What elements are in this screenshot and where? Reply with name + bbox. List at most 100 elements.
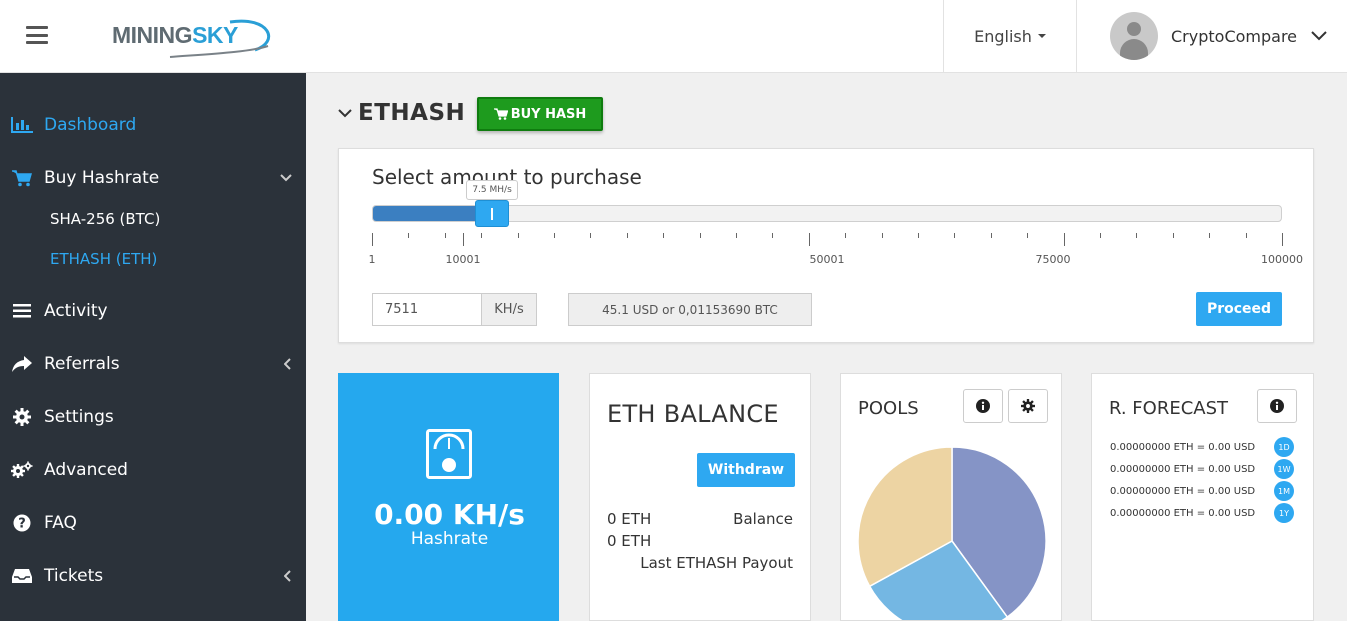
gear-icon xyxy=(11,406,33,428)
caret-down-icon xyxy=(1037,34,1046,38)
buy-hash-button[interactable]: BUY HASH xyxy=(477,97,603,131)
slider-minor-tick xyxy=(554,233,555,238)
section-title: ETHASH xyxy=(358,100,466,126)
sidebar-item-label: Referrals xyxy=(44,354,120,374)
info-icon xyxy=(976,399,990,413)
inbox-icon xyxy=(11,565,33,587)
amount-unit: KH/s xyxy=(481,293,537,326)
eth-balance-card: ETH BALANCE Withdraw 0 ETH Balance 0 ETH… xyxy=(589,373,811,621)
forecast-row-1w: 0.00000000 ETH = 0.00 USD xyxy=(1110,464,1256,475)
slider-minor-tick xyxy=(918,233,919,238)
sidebar-item-dashboard[interactable]: Dashboard xyxy=(0,107,306,143)
slider-tick-label: 50001 xyxy=(809,253,845,266)
price-display: 45.1 USD or 0,01153690 BTC xyxy=(568,293,812,326)
slider-minor-tick xyxy=(954,233,955,238)
balance-label: Balance xyxy=(733,510,793,528)
slider-major-tick xyxy=(1064,233,1065,246)
slider-minor-tick xyxy=(1173,233,1174,238)
pools-settings-button[interactable] xyxy=(1008,389,1048,423)
sidebar-item-tickets[interactable]: Tickets xyxy=(0,558,306,594)
user-menu[interactable]: CryptoCompare xyxy=(1078,0,1347,72)
chevron-left-icon xyxy=(284,358,291,370)
amount-input[interactable] xyxy=(372,293,481,326)
slider-minor-tick xyxy=(408,233,409,238)
forecast-info-button[interactable] xyxy=(1257,389,1297,423)
slider-minor-tick xyxy=(1100,233,1101,238)
payout-label: Last ETHASH Payout xyxy=(640,554,793,572)
chevron-down-icon xyxy=(280,174,292,182)
forecast-row-1y: 0.00000000 ETH = 0.00 USD xyxy=(1110,508,1256,519)
miningsky-logo[interactable]: MININGSKY xyxy=(110,12,280,62)
slider-minor-tick xyxy=(700,233,701,238)
forecast-title: R. FORECAST xyxy=(1109,398,1229,419)
chevron-left-icon xyxy=(284,570,291,582)
balance-value: 0 ETH xyxy=(607,510,652,528)
forecast-row-1d: 0.00000000 ETH = 0.00 USD xyxy=(1110,442,1256,453)
sidebar: Dashboard Buy Hashrate SHA-256 (BTC) ETH… xyxy=(0,73,306,621)
slider-minor-tick xyxy=(991,233,992,238)
chevron-down-icon xyxy=(1311,31,1327,41)
slider-minor-tick xyxy=(882,233,883,238)
top-header: MININGSKY English CryptoCompare xyxy=(0,0,1347,73)
forecast-card: R. FORECAST 0.00000000 ETH = 0.00 USD 1D… xyxy=(1091,373,1314,621)
sidebar-item-settings[interactable]: Settings xyxy=(0,399,306,435)
hamburger-menu-icon[interactable] xyxy=(26,26,48,44)
slider-minor-tick xyxy=(736,233,737,238)
chevron-down-icon[interactable] xyxy=(338,108,352,118)
share-arrow-icon xyxy=(11,353,33,375)
pools-info-button[interactable] xyxy=(963,389,1003,423)
sidebar-item-label: Tickets xyxy=(44,566,104,586)
sidebar-item-label: Dashboard xyxy=(44,115,137,135)
sidebar-item-faq[interactable]: ? FAQ xyxy=(0,505,306,541)
svg-text:?: ? xyxy=(18,517,26,532)
slider-minor-tick xyxy=(445,233,446,238)
sidebar-item-label: Settings xyxy=(44,407,114,427)
section-header: ETHASH xyxy=(338,96,465,130)
list-icon xyxy=(11,300,33,322)
slider-minor-tick xyxy=(1246,233,1247,238)
avatar xyxy=(1110,12,1158,60)
slider-tick-label: 1 xyxy=(368,253,376,266)
user-name: CryptoCompare xyxy=(1171,26,1298,46)
cart-icon xyxy=(11,167,33,189)
sidebar-subitem-ethash[interactable]: ETHASH (ETH) xyxy=(50,250,157,268)
purchase-panel: Select amount to purchase 7.5 MH/s 1 1000… xyxy=(338,148,1314,343)
payout-value: 0 ETH xyxy=(607,532,652,550)
slider-minor-tick xyxy=(590,233,591,238)
hashrate-value: 0.00 KH/s xyxy=(374,498,525,531)
sidebar-subitem-sha256[interactable]: SHA-256 (BTC) xyxy=(50,210,160,228)
forecast-badge-1y[interactable]: 1Y xyxy=(1274,503,1294,523)
proceed-button[interactable]: Proceed xyxy=(1196,292,1282,326)
pools-card: POOLS xyxy=(840,373,1062,621)
forecast-badge-1d[interactable]: 1D xyxy=(1274,437,1294,457)
sidebar-item-label: Buy Hashrate xyxy=(44,168,160,188)
slider-minor-tick xyxy=(627,233,628,238)
slider-minor-tick xyxy=(518,233,519,238)
hashrate-label: Hashrate xyxy=(410,529,489,549)
slider-major-tick xyxy=(1282,233,1283,246)
hashrate-card: 0.00 KH/s Hashrate xyxy=(338,373,559,621)
bar-chart-icon xyxy=(11,114,33,136)
sidebar-item-activity[interactable]: Activity xyxy=(0,293,306,329)
sidebar-item-label: FAQ xyxy=(44,513,77,533)
gear-icon xyxy=(1021,399,1035,413)
logo-swoosh-icon xyxy=(169,19,271,58)
sidebar-item-label: Activity xyxy=(44,301,108,321)
slider-minor-tick xyxy=(663,233,664,238)
language-selector[interactable]: English xyxy=(943,0,1077,72)
slider-major-tick xyxy=(809,233,810,246)
forecast-badge-1m[interactable]: 1M xyxy=(1274,481,1294,501)
slider-minor-tick xyxy=(1209,233,1210,238)
slider-major-tick xyxy=(463,233,464,246)
sidebar-item-referrals[interactable]: Referrals xyxy=(0,346,306,382)
withdraw-button[interactable]: Withdraw xyxy=(697,453,795,487)
slider-major-tick xyxy=(372,233,373,246)
slider-tick-label: 10001 xyxy=(445,253,481,266)
sidebar-item-advanced[interactable]: Advanced xyxy=(0,452,306,488)
sidebar-item-buy-hashrate[interactable]: Buy Hashrate xyxy=(0,160,306,196)
forecast-badge-1w[interactable]: 1W xyxy=(1274,459,1294,479)
slider-tooltip: 7.5 MH/s xyxy=(466,180,518,200)
sidebar-item-label: Advanced xyxy=(44,460,128,480)
slider-tick-label: 75000 xyxy=(1035,253,1071,266)
slider-handle[interactable] xyxy=(475,200,510,227)
